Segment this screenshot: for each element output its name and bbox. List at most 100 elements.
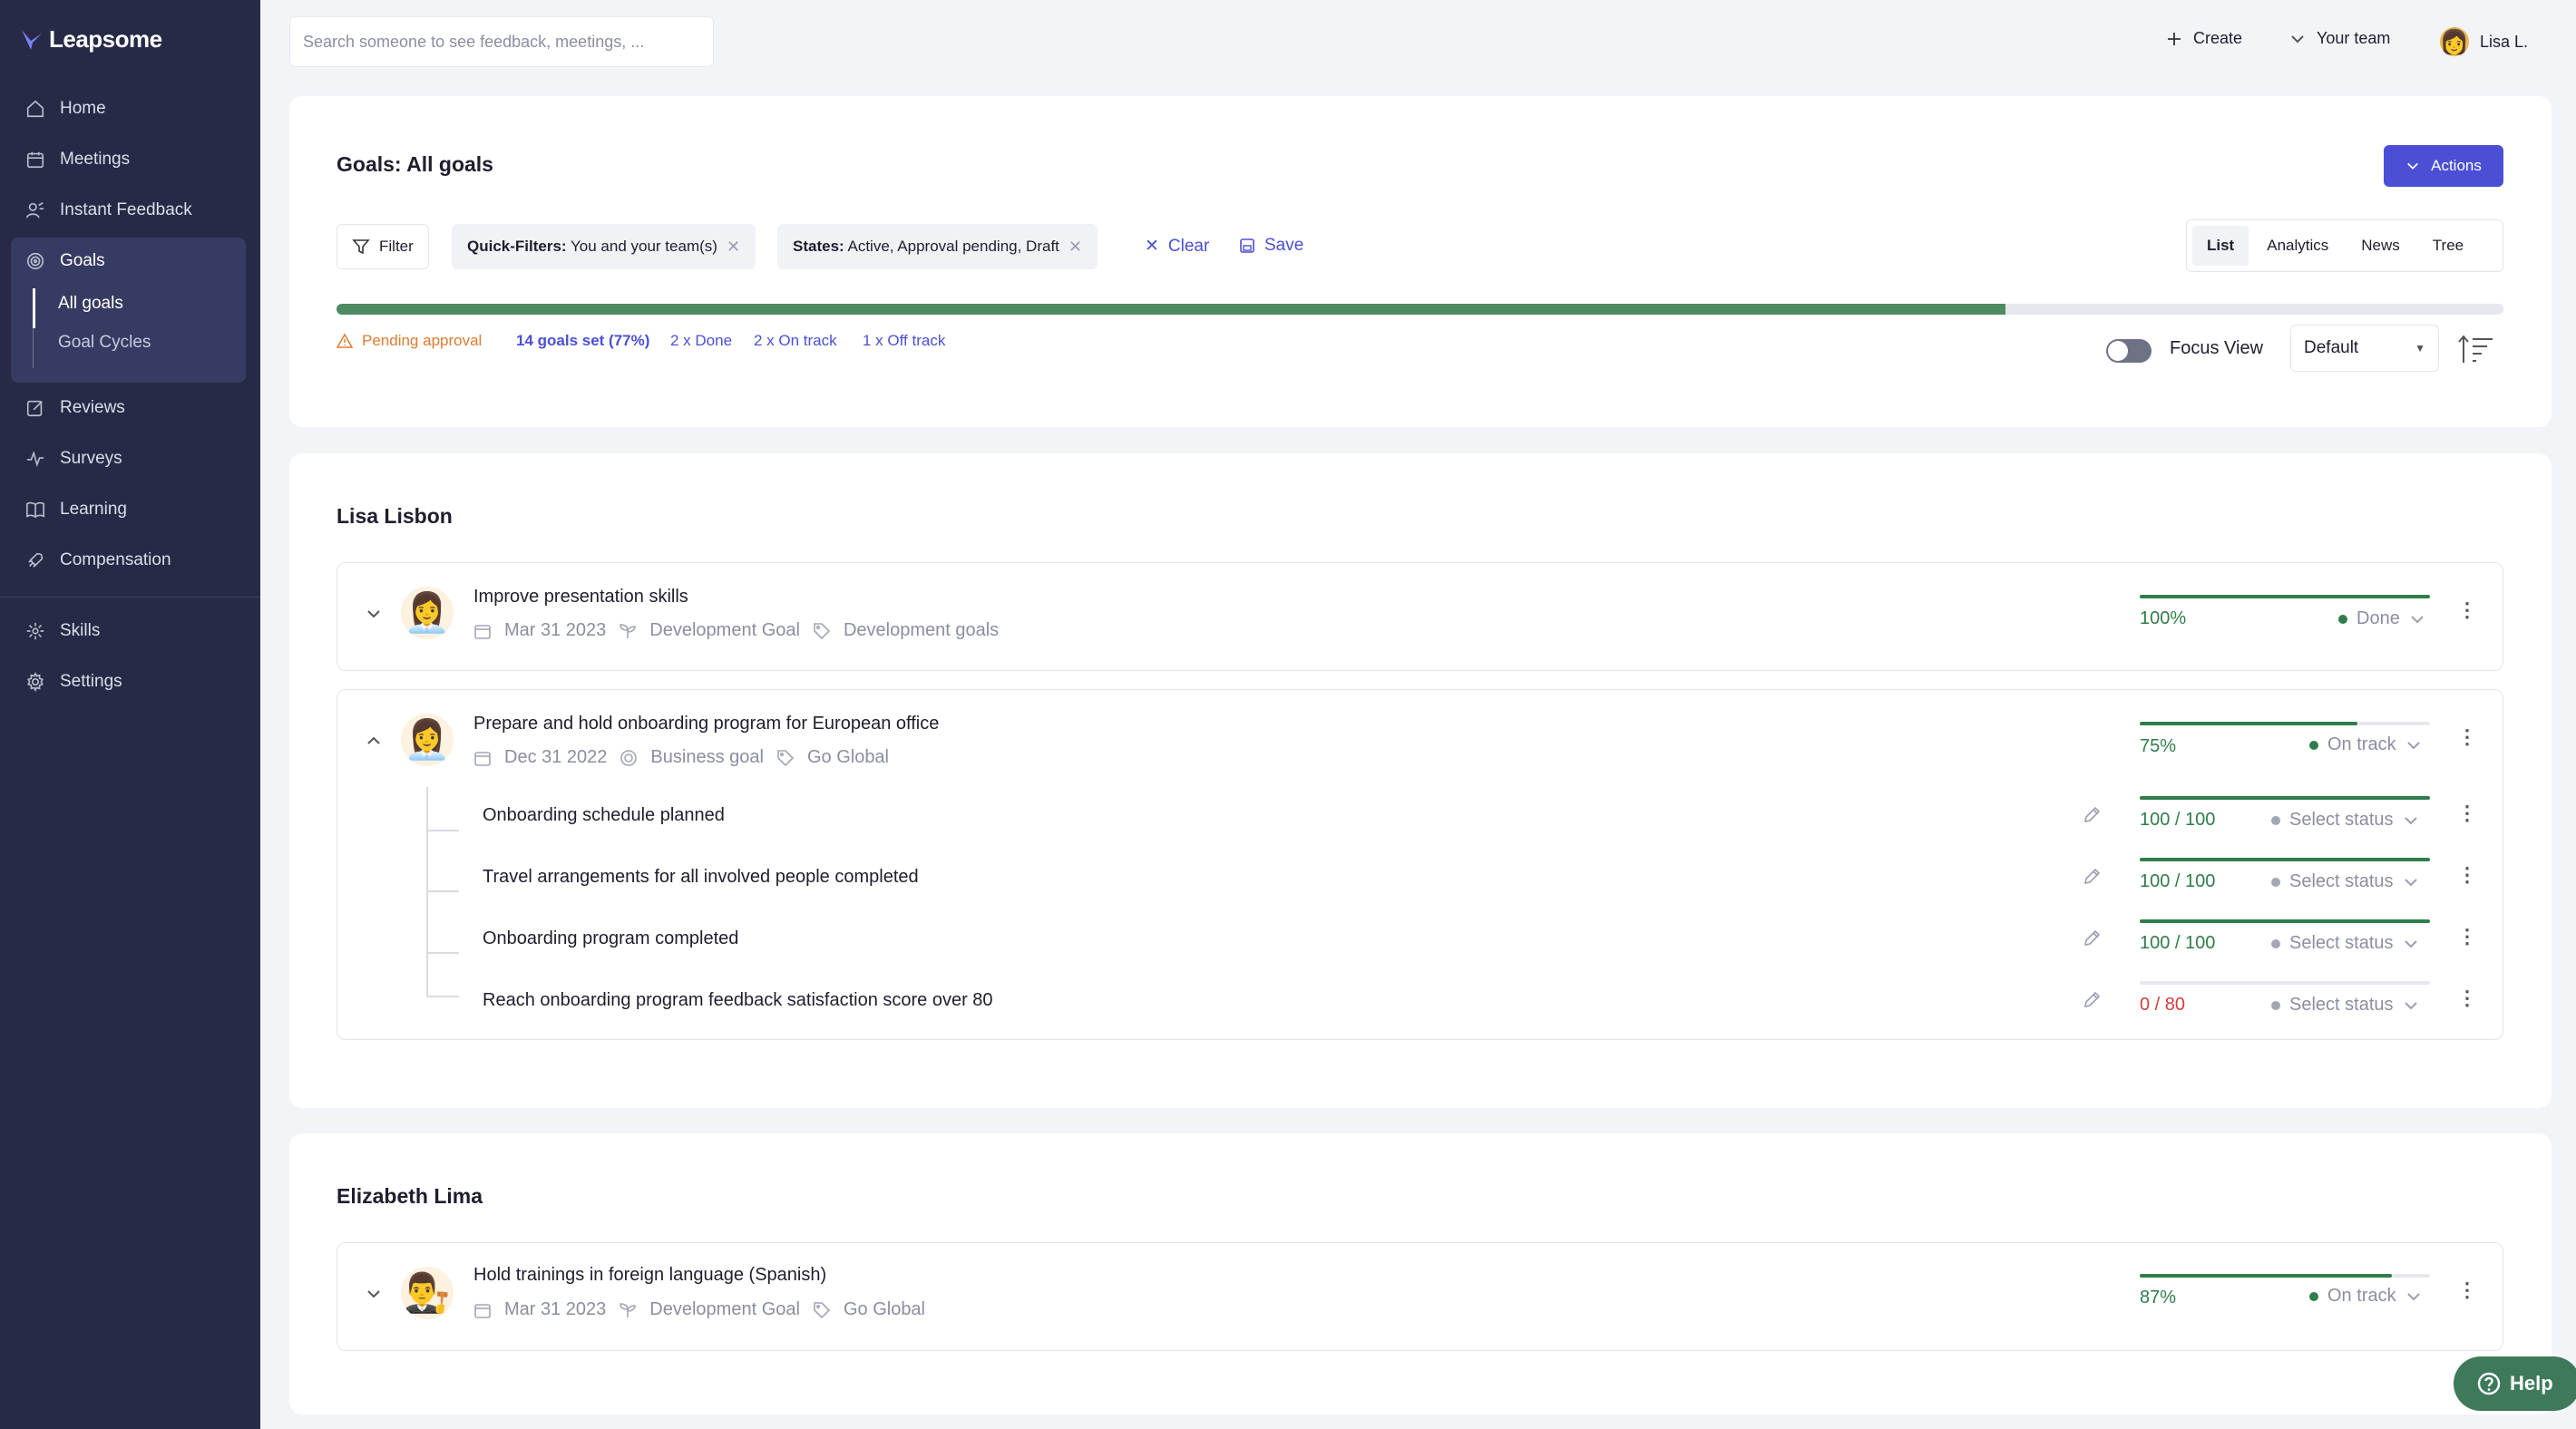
goal-title[interactable]: Hold trainings in foreign language (Span… <box>473 1265 826 1286</box>
goal-status: Done <box>2356 608 2400 628</box>
key-result-title[interactable]: Travel arrangements for all involved peo… <box>483 867 919 888</box>
goal-title[interactable]: Prepare and hold onboarding program for … <box>473 714 939 734</box>
help-button[interactable]: Help <box>2454 1356 2576 1411</box>
sidebar-item-compensation[interactable]: Compensation <box>0 535 260 586</box>
states-key: States: <box>793 238 844 255</box>
chevron-up-icon[interactable] <box>366 733 382 749</box>
pencil-icon[interactable] <box>2082 805 2102 825</box>
goal-type: Business goal <box>650 747 764 767</box>
remove-filter-icon[interactable]: ✕ <box>727 238 740 257</box>
sidebar-item-goals[interactable]: Goals <box>0 236 260 287</box>
more-options-icon[interactable]: ⋮ <box>2457 803 2477 823</box>
goal-status-select[interactable]: On track <box>2309 1286 2422 1307</box>
pencil-icon[interactable] <box>2082 990 2102 1010</box>
actions-button[interactable]: Actions <box>2384 145 2503 187</box>
help-icon <box>2477 1372 2501 1395</box>
sidebar-item-label: Skills <box>60 621 101 640</box>
filter-icon <box>352 239 370 255</box>
states-value: Active, Approval pending, Draft <box>847 238 1059 255</box>
goal-row[interactable] <box>337 1242 2503 1351</box>
off-track-stat[interactable]: 1 x Off track <box>863 332 945 350</box>
remove-filter-icon[interactable]: ✕ <box>1068 238 1082 257</box>
avatar-emoji: 👨‍⚖️ <box>403 1270 452 1314</box>
tab-tree[interactable]: Tree <box>2418 226 2478 266</box>
sidebar-item-instant-feedback[interactable]: Instant Feedback <box>0 185 260 236</box>
more-options-icon[interactable]: ⋮ <box>2457 1280 2477 1300</box>
feedback-icon <box>26 202 44 219</box>
tab-analytics[interactable]: Analytics <box>2252 226 2343 266</box>
more-options-icon[interactable]: ⋮ <box>2457 988 2477 1008</box>
user-name: Lisa L. <box>2480 32 2529 51</box>
goals-progress-fill <box>337 304 2005 315</box>
sort-select[interactable]: Default ▼ <box>2290 325 2439 372</box>
sidebar-item-surveys[interactable]: Surveys <box>0 433 260 484</box>
on-track-stat[interactable]: 2 x On track <box>754 332 837 350</box>
quick-filters-key: Quick-Filters: <box>467 238 567 255</box>
goal-status-select[interactable]: Done <box>2338 608 2425 629</box>
create-button[interactable]: Create <box>2166 29 2242 48</box>
pencil-icon[interactable] <box>2082 867 2102 887</box>
goals-set-stat[interactable]: 14 goals set (77%) <box>516 332 649 350</box>
states-chip[interactable]: States: Active, Approval pending, Draft … <box>777 224 1098 269</box>
tab-list[interactable]: List <box>2192 226 2249 266</box>
sidebar-item-settings[interactable]: Settings <box>0 656 260 707</box>
sidebar-item-home[interactable]: Home <box>0 83 260 134</box>
kr-status-select[interactable]: Select status <box>2271 871 2419 892</box>
kr-status-select[interactable]: Select status <box>2271 933 2419 954</box>
chevron-down-icon[interactable] <box>366 1286 382 1302</box>
more-options-icon[interactable]: ⋮ <box>2457 927 2477 947</box>
sidebar-subitem-goal-cycles[interactable]: Goal Cycles <box>58 333 151 353</box>
goal-status-select[interactable]: On track <box>2309 734 2422 755</box>
plus-icon <box>2168 32 2181 45</box>
sprout-icon <box>620 1302 637 1317</box>
sidebar-item-label: Home <box>60 99 106 118</box>
quick-filters-chip[interactable]: Quick-Filters: You and your team(s) ✕ <box>452 224 756 269</box>
user-menu[interactable]: 👩 Lisa L. <box>2440 27 2528 56</box>
tag-icon <box>814 622 831 639</box>
status-dot <box>2271 938 2280 948</box>
key-result-title[interactable]: Onboarding program completed <box>483 928 738 949</box>
focus-view-toggle[interactable] <box>2106 339 2152 363</box>
kr-progress-bar <box>2140 858 2430 861</box>
edit-icon <box>26 400 43 417</box>
sort-order-icon[interactable] <box>2458 334 2494 365</box>
key-result-title[interactable]: Reach onboarding program feedback satisf… <box>483 990 993 1011</box>
more-options-icon[interactable]: ⋮ <box>2457 865 2477 885</box>
kr-status-select[interactable]: Select status <box>2271 810 2419 831</box>
clear-button[interactable]: ✕ Clear <box>1145 236 1209 257</box>
brand-logo[interactable]: Leapsome <box>20 25 162 53</box>
goal-meta: Dec 31 2022 Business goal Go Global <box>473 747 889 768</box>
kr-status: Select status <box>2289 995 2394 1015</box>
done-stat[interactable]: 2 x Done <box>670 332 732 350</box>
sidebar-item-learning[interactable]: Learning <box>0 484 260 535</box>
more-options-icon[interactable]: ⋮ <box>2457 727 2477 747</box>
chevron-down-icon <box>2407 162 2419 170</box>
pending-approval-link[interactable]: Pending approval <box>337 332 482 350</box>
filter-button[interactable]: Filter <box>337 224 429 269</box>
avatar: 👩‍💼 <box>401 587 454 639</box>
sidebar-item-reviews[interactable]: Reviews <box>0 383 260 433</box>
key-result-title[interactable]: Onboarding schedule planned <box>483 805 725 826</box>
tab-news[interactable]: News <box>2347 226 2415 266</box>
pending-approval-label: Pending approval <box>362 332 483 349</box>
kr-status-select[interactable]: Select status <box>2271 995 2419 1016</box>
goal-row[interactable] <box>337 689 2503 1040</box>
your-team-button[interactable]: Your team <box>2289 29 2390 48</box>
caret-down-icon: ▼ <box>2415 342 2425 355</box>
search-input[interactable] <box>289 16 714 67</box>
goal-progress-fill <box>2140 595 2430 598</box>
sidebar-item-meetings[interactable]: Meetings <box>0 134 260 185</box>
sidebar-item-skills[interactable]: Skills <box>0 606 260 656</box>
sidebar-subitem-all-goals[interactable]: All goals <box>58 294 123 314</box>
kr-status: Select status <box>2289 871 2394 891</box>
goal-title[interactable]: Improve presentation skills <box>473 587 688 608</box>
tag-icon <box>814 1301 831 1318</box>
more-options-icon[interactable]: ⋮ <box>2457 600 2477 620</box>
chevron-down-icon <box>2291 34 2304 43</box>
avatar: 👩‍💼 <box>401 714 454 766</box>
chevron-down-icon[interactable] <box>366 606 382 622</box>
actions-label: Actions <box>2431 157 2482 174</box>
save-button[interactable]: Save <box>1239 236 1303 256</box>
pencil-icon[interactable] <box>2082 928 2102 948</box>
kr-progress-bar <box>2140 919 2430 923</box>
